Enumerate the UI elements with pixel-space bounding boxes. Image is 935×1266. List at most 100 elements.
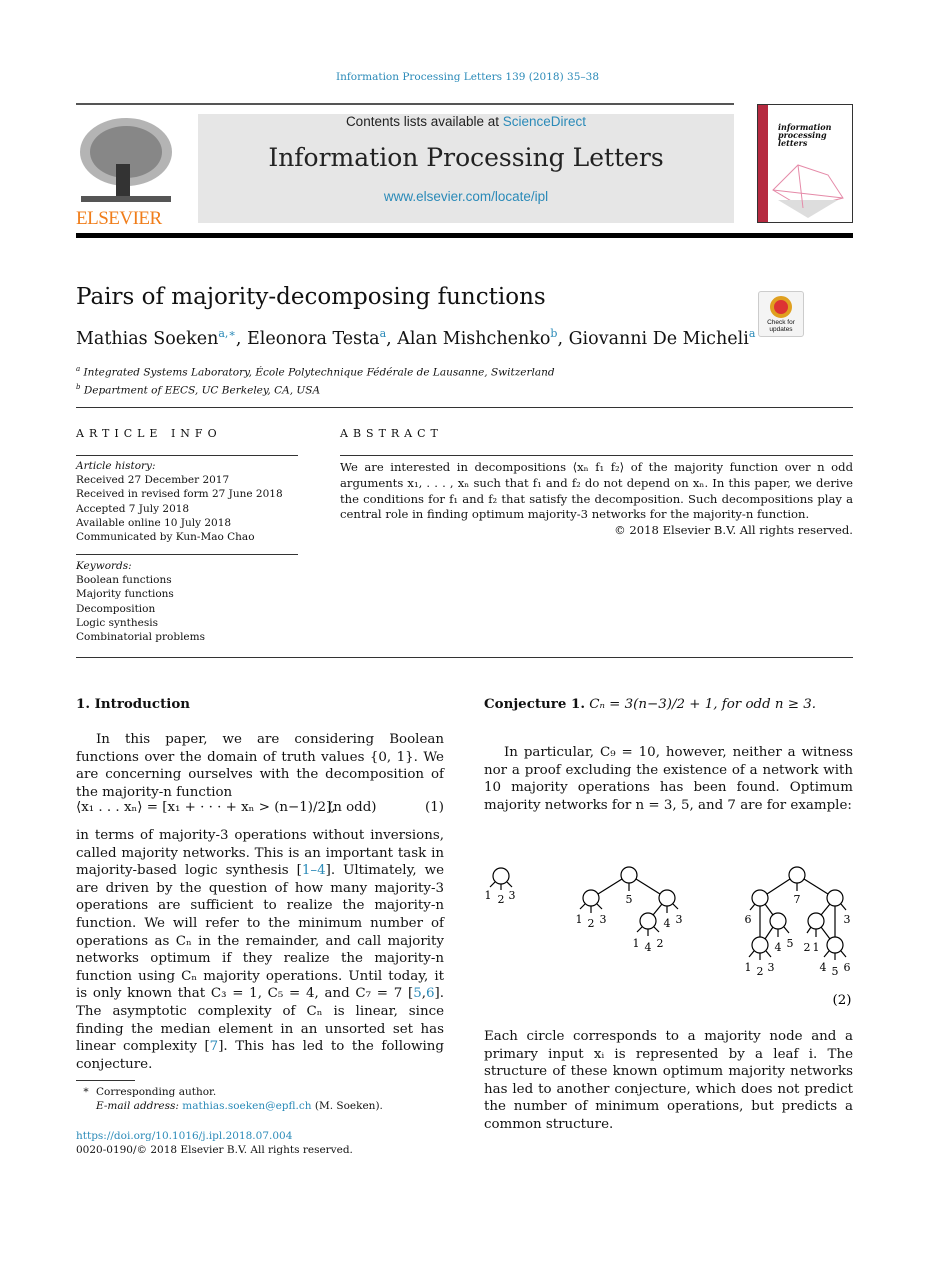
equation-number: (2) xyxy=(833,993,852,1008)
citation-link[interactable]: 5 xyxy=(413,986,422,1001)
keyword: Decomposition xyxy=(76,602,156,615)
majority-node xyxy=(807,912,825,930)
leaf-label: 7 xyxy=(794,893,801,906)
keywords: Keywords: Boolean functions Majority fun… xyxy=(76,559,298,644)
citation-link[interactable]: 7 xyxy=(210,1039,219,1054)
equation-1: ⟨x₁ . . . xₙ⟩ = [x₁ + · · · + xₙ > (n−1)… xyxy=(76,799,444,817)
divider xyxy=(340,455,853,456)
cover-graphic-icon xyxy=(772,164,844,218)
leaf-label: 6 xyxy=(745,913,752,926)
author[interactable]: Alan Mishchenko xyxy=(397,329,550,349)
leaf-label: 2 xyxy=(804,941,811,954)
leaf-label: 1 xyxy=(813,941,820,954)
history-label: Article history: xyxy=(76,460,156,472)
leaf-label: 3 xyxy=(509,889,516,902)
history-item: Received in revised form 27 June 2018 xyxy=(76,488,283,501)
header-rule xyxy=(76,103,734,105)
intro-paragraph: In this paper, we are considering Boolea… xyxy=(76,732,444,800)
history-item: Communicated by Kun-Mao Chao xyxy=(76,531,255,544)
footnote-rule xyxy=(76,1080,135,1081)
history-item: Accepted 7 July 2018 xyxy=(76,502,190,515)
author-affiliation-mark[interactable]: a xyxy=(749,327,756,340)
paragraph: Each circle corresponds to a majority no… xyxy=(484,1029,853,1132)
leaf-label: 2 xyxy=(588,917,595,930)
author-affiliation-mark[interactable]: b xyxy=(550,327,557,340)
footnote: * Corresponding author. E-mail address: m… xyxy=(76,1085,444,1113)
leaf-label: 1 xyxy=(633,937,640,950)
majority-node xyxy=(769,912,787,930)
affiliation: Department of EECS, UC Berkeley, CA, USA xyxy=(83,384,321,397)
leaf-label: 2 xyxy=(757,965,764,978)
journal-cover: information processing letters xyxy=(757,104,853,223)
divider xyxy=(76,554,298,555)
majority-node xyxy=(492,867,510,885)
divider xyxy=(76,455,298,456)
majority-node xyxy=(826,936,844,954)
majority-node xyxy=(639,912,657,930)
affiliation-mark: b xyxy=(76,382,81,391)
elsevier-wordmark: ELSEVIER xyxy=(76,208,162,229)
leaf-label: 4 xyxy=(664,917,671,930)
majority-node xyxy=(751,889,769,907)
keyword: Majority functions xyxy=(76,588,174,601)
leaf-label: 2 xyxy=(498,893,505,906)
email-link[interactable]: mathias.soeken@epfl.ch xyxy=(182,1100,311,1112)
leaf-label: 3 xyxy=(676,913,683,926)
leaf-label: 1 xyxy=(576,913,583,926)
sciencedirect-link[interactable]: ScienceDirect xyxy=(503,114,586,129)
equation-condition: (n odd) xyxy=(328,800,377,815)
elsevier-logo: ELSEVIER xyxy=(76,114,176,229)
affiliations: a Integrated Systems Laboratory, École P… xyxy=(76,362,555,397)
contents-label: Contents lists available at xyxy=(345,114,503,129)
paragraph: In particular, C₉ = 10, however, neither… xyxy=(484,745,853,813)
leaf-label: 5 xyxy=(787,937,794,950)
footnote-mark: * xyxy=(83,1086,89,1098)
journal-banner: Contents lists available at ScienceDirec… xyxy=(198,114,734,223)
citation-link[interactable]: 6 xyxy=(426,986,435,1001)
abstract-heading: ABSTRACT xyxy=(340,427,443,440)
conjecture: Conjecture 1. Cₙ = 3(n−3)/2 + 1, for odd… xyxy=(484,696,853,714)
equation-body: ⟨x₁ . . . xₙ⟩ = [x₁ + · · · + xₙ > (n−1)… xyxy=(76,800,336,815)
history-item: Received 27 December 2017 xyxy=(76,474,230,487)
intro-paragraph: in terms of majority-3 operations withou… xyxy=(76,827,444,1073)
citation-link[interactable]: 1–4 xyxy=(302,863,326,878)
majority-node xyxy=(788,866,806,884)
leaf-label: 3 xyxy=(768,961,775,974)
elsevier-tree-icon xyxy=(76,114,176,208)
leaf-label: 3 xyxy=(600,913,607,926)
author[interactable]: Mathias Soeken xyxy=(76,329,218,349)
journal-reference[interactable]: Information Processing Letters 139 (2018… xyxy=(0,70,935,84)
check-updates-icon xyxy=(770,296,792,318)
affiliation-mark: a xyxy=(76,365,81,373)
section-heading: 1. Introduction xyxy=(76,696,191,712)
header-thick-rule xyxy=(76,233,853,238)
majority-node xyxy=(751,936,769,954)
leaf-label: 4 xyxy=(775,941,782,954)
article-info-heading: ARTICLE INFO xyxy=(76,427,222,440)
author-affiliation-mark[interactable]: a xyxy=(380,327,387,340)
leaf-label: 2 xyxy=(657,937,664,950)
journal-url[interactable]: www.elsevier.com/locate/ipl xyxy=(198,189,734,204)
text: (M. Soeken). xyxy=(311,1100,383,1113)
divider xyxy=(76,657,853,658)
footnote-text: Corresponding author. xyxy=(96,1086,217,1098)
author[interactable]: Giovanni De Micheli xyxy=(569,329,749,349)
author-affiliation-mark[interactable]: a,∗ xyxy=(218,327,236,340)
keyword: Combinatorial problems xyxy=(76,631,205,644)
conjecture-text: Cₙ = 3(n−3)/2 + 1, for odd n ≥ 3. xyxy=(589,697,817,712)
majority-networks-diagram: 123 123 5 142 43 673 123 45 21 456 (2) xyxy=(485,866,852,1008)
doi-link[interactable]: https://doi.org/10.1016/j.ipl.2018.07.00… xyxy=(76,1129,292,1143)
abstract-copyright: © 2018 Elsevier B.V. All rights reserved… xyxy=(614,523,853,537)
keyword: Boolean functions xyxy=(76,574,172,587)
check-for-updates-badge[interactable]: Check for updates xyxy=(758,291,804,337)
leaf-label: 1 xyxy=(485,889,492,902)
majority-node xyxy=(582,889,600,907)
author[interactable]: Eleonora Testa xyxy=(247,329,380,349)
article-title: Pairs of majority-decomposing functions xyxy=(76,284,546,310)
text: ]. Ultimately, we are driven by the ques… xyxy=(76,863,444,1002)
cover-title: information processing letters xyxy=(778,122,832,148)
conjecture-label: Conjecture 1. xyxy=(484,696,585,712)
leaf-label: 1 xyxy=(745,961,752,974)
author-list: Mathias Soekena,∗, Eleonora Testaa, Alan… xyxy=(76,327,756,349)
majority-node xyxy=(826,889,844,907)
